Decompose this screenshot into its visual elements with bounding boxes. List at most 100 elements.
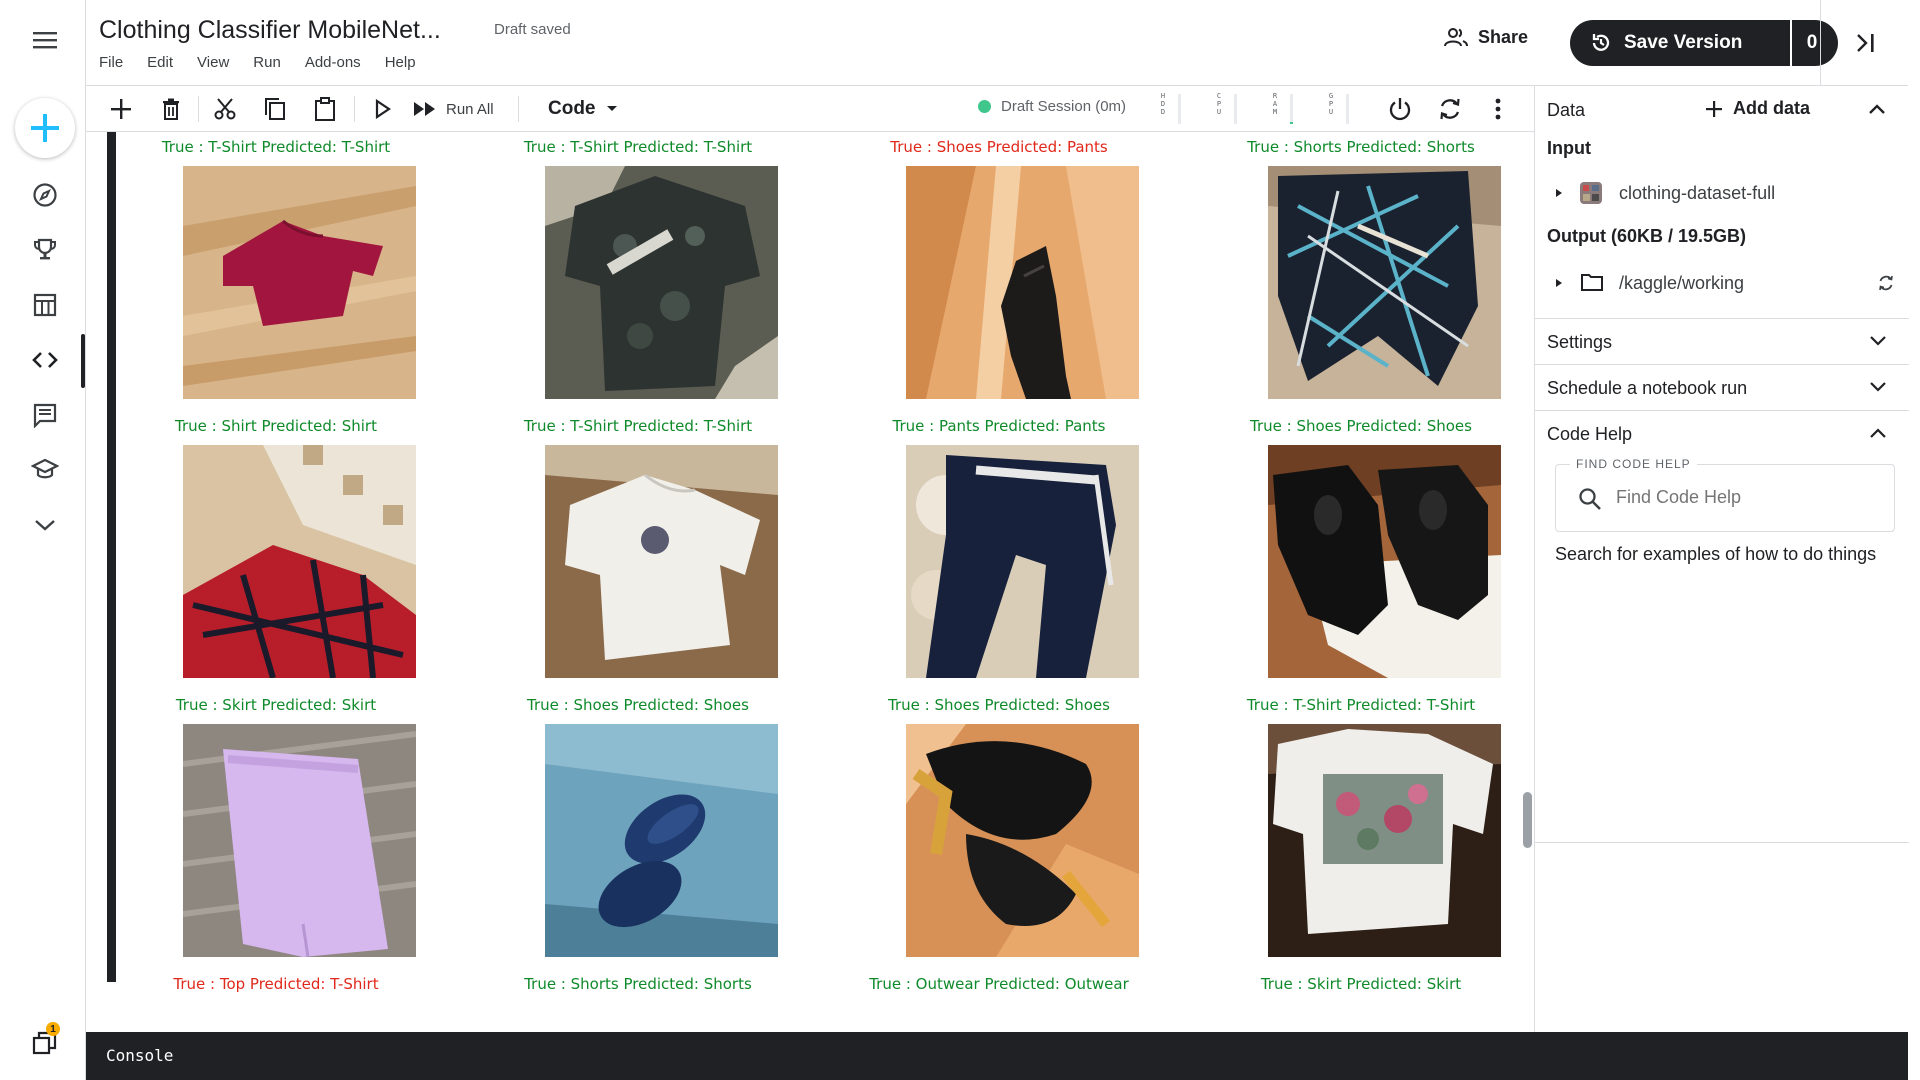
compass-icon[interactable] xyxy=(22,172,68,218)
paste-icon[interactable] xyxy=(310,94,340,124)
find-code-help-field[interactable]: FIND CODE HELP xyxy=(1555,457,1895,532)
code-help-section[interactable]: Code Help xyxy=(1535,411,1909,456)
menu-file[interactable]: File xyxy=(99,54,123,71)
resource-meter-track xyxy=(1178,94,1181,124)
expand-caret-icon xyxy=(1556,279,1562,287)
find-code-help-hint: Search for examples of how to do things xyxy=(1555,544,1877,564)
settings-label: Settings xyxy=(1547,332,1613,352)
prediction-caption: True : Skirt Predicted: Skirt xyxy=(175,696,377,714)
more-options-icon[interactable] xyxy=(1484,94,1512,124)
toolbar-divider xyxy=(198,96,199,122)
session-label: Draft Session (0m) xyxy=(1001,98,1127,115)
clothing-photo xyxy=(906,166,1139,399)
run-all-button[interactable]: Run All xyxy=(412,94,522,124)
resource-meter-label: CPU xyxy=(1216,92,1222,116)
active-nav-indicator xyxy=(81,334,85,388)
code-icon[interactable] xyxy=(22,337,68,383)
restart-icon[interactable] xyxy=(1434,94,1466,124)
people-icon xyxy=(1444,28,1468,47)
notification-count-badge: 1 xyxy=(46,1022,60,1036)
code-help-label: Code Help xyxy=(1547,424,1633,444)
prediction-caption: True : Outwear Predicted: Outwear xyxy=(869,975,1129,993)
create-plus-button[interactable] xyxy=(15,98,75,158)
prediction-caption: True : Shirt Predicted: Shirt xyxy=(175,417,377,435)
console-bar[interactable]: Console xyxy=(86,1032,1908,1080)
clothing-photo xyxy=(1268,166,1501,399)
trophy-icon[interactable] xyxy=(22,227,68,273)
notebook-title[interactable]: Clothing Classifier MobileNet... xyxy=(99,16,441,45)
discussion-icon[interactable] xyxy=(22,392,68,438)
session-status-dot xyxy=(978,100,991,113)
cell-type-select[interactable]: Code xyxy=(548,94,638,124)
share-label: Share xyxy=(1478,26,1529,47)
chevron-up-icon xyxy=(1870,428,1886,438)
dropdown-caret-icon xyxy=(606,106,617,111)
copy-icon[interactable] xyxy=(260,94,290,124)
output-folder-item[interactable]: /kaggle/working xyxy=(1535,270,1909,298)
prediction-caption: True : T-Shirt Predicted: T-Shirt xyxy=(161,138,391,156)
refresh-icon xyxy=(1879,275,1893,291)
chevron-up-icon[interactable] xyxy=(1867,102,1887,116)
prediction-caption: True : T-Shirt Predicted: T-Shirt xyxy=(523,138,753,156)
plus-icon xyxy=(31,114,59,142)
collapse-panel-button[interactable] xyxy=(1820,0,1908,86)
input-dataset-item[interactable]: clothing-dataset-full xyxy=(1535,180,1909,208)
panel-divider xyxy=(1535,842,1909,843)
delete-cell-icon[interactable] xyxy=(156,94,186,124)
console-label: Console xyxy=(106,1046,174,1065)
add-cell-icon[interactable] xyxy=(106,94,136,124)
cut-icon[interactable] xyxy=(210,94,240,124)
cell-type-label: Code xyxy=(548,98,596,119)
save-version-button[interactable]: Save Version xyxy=(1570,20,1790,66)
resource-meter-track xyxy=(1290,94,1293,124)
search-icon xyxy=(1579,488,1601,510)
notifications-icon[interactable]: 1 xyxy=(22,1020,68,1066)
menu-help[interactable]: Help xyxy=(385,54,416,71)
schedule-label: Schedule a notebook run xyxy=(1547,378,1748,398)
add-data-button[interactable]: Add data xyxy=(1705,98,1810,119)
graduation-cap-icon[interactable] xyxy=(22,447,68,493)
table-icon[interactable] xyxy=(22,282,68,328)
run-all-label: Run All xyxy=(446,100,494,118)
settings-section[interactable]: Settings xyxy=(1535,319,1909,364)
resource-meter-label: GPU xyxy=(1328,92,1334,116)
add-data-label: Add data xyxy=(1733,98,1811,118)
prediction-caption: True : Shorts Predicted: Shorts xyxy=(524,975,752,993)
resource-meter-hdd[interactable]: HDD xyxy=(1158,92,1194,126)
output-scrollbar[interactable] xyxy=(1523,792,1532,848)
chevron-down-icon[interactable] xyxy=(22,502,68,548)
output-section-title: Output (60KB / 19.5GB) xyxy=(1547,226,1747,246)
run-cell-icon[interactable] xyxy=(368,94,398,124)
resource-meter-gpu[interactable]: GPU xyxy=(1326,92,1362,126)
cell-output-area[interactable]: True : T-Shirt Predicted: T-Shirt True : … xyxy=(86,132,1534,1032)
expand-caret-icon xyxy=(1556,189,1562,197)
resource-meter-ram[interactable]: RAM xyxy=(1270,92,1306,126)
folder-icon xyxy=(1581,274,1603,291)
menu-add-ons[interactable]: Add-ons xyxy=(305,54,361,71)
history-icon xyxy=(1592,34,1610,51)
input-dataset-name: clothing-dataset-full xyxy=(1619,183,1776,203)
session-status[interactable]: Draft Session (0m) xyxy=(978,98,1126,115)
clothing-photo xyxy=(545,724,778,957)
resource-meter-label: RAM xyxy=(1272,92,1278,116)
menu-edit[interactable]: Edit xyxy=(147,54,173,71)
menu-run[interactable]: Run xyxy=(253,54,281,71)
clothing-photo xyxy=(183,445,416,678)
data-panel-title: Data xyxy=(1547,100,1586,120)
chevron-down-icon xyxy=(1870,382,1886,392)
menu-view[interactable]: View xyxy=(197,54,229,71)
plus-icon xyxy=(1706,100,1722,117)
prediction-caption: True : Skirt Predicted: Skirt xyxy=(1260,975,1462,993)
share-button[interactable]: Share xyxy=(1444,26,1528,48)
resource-meter-cpu[interactable]: CPU xyxy=(1214,92,1250,126)
find-code-help-input[interactable] xyxy=(1616,487,1876,508)
clothing-photo xyxy=(1268,724,1501,957)
fast-forward-icon xyxy=(414,102,435,116)
power-icon[interactable] xyxy=(1384,94,1416,124)
hamburger-menu-icon[interactable] xyxy=(22,17,68,63)
prediction-caption: True : T-Shirt Predicted: T-Shirt xyxy=(523,417,753,435)
clothing-photo xyxy=(545,445,778,678)
schedule-section[interactable]: Schedule a notebook run xyxy=(1535,365,1909,410)
clothing-photo xyxy=(183,724,416,957)
output-path: /kaggle/working xyxy=(1619,273,1745,293)
